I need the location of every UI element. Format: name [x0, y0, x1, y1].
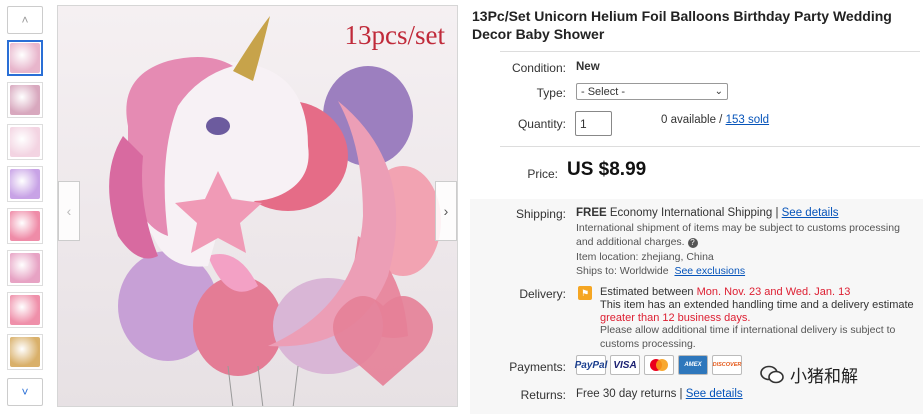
- handling-text: This item has an extended handling time …: [600, 299, 914, 311]
- main-product-image: 13pcs/set ‹ ›: [57, 5, 458, 407]
- thumbnail-1[interactable]: [7, 40, 43, 76]
- thumbnail-6[interactable]: [7, 250, 43, 286]
- thumbnail-7[interactable]: [7, 292, 43, 328]
- shipping-method: Economy International Shipping |: [609, 207, 782, 219]
- ships-to-value: Worldwide: [619, 265, 669, 277]
- payments-label: Payments:: [509, 360, 566, 374]
- quantity-availability: 0 available / 153 sold: [661, 114, 769, 126]
- quantity-divider: [500, 146, 920, 147]
- visa-logo: VISA: [610, 355, 640, 375]
- chevron-down-icon: ˅: [21, 385, 29, 399]
- type-select-value: - Select -: [581, 85, 626, 98]
- thumbnail-strip: ˄ ˅: [6, 6, 44, 406]
- thumbnail-image: [10, 169, 40, 199]
- title-divider: [500, 51, 920, 52]
- image-caption: 13pcs/set: [344, 20, 446, 50]
- condition-label: Condition:: [511, 61, 566, 75]
- thumbnail-2[interactable]: [7, 82, 43, 118]
- thumbnails-up-button[interactable]: ˄: [7, 6, 43, 34]
- shipping-note: International shipment of items may be s…: [576, 221, 918, 249]
- available-count: 0 available /: [661, 114, 726, 126]
- shipping-note-text: International shipment of items may be s…: [576, 222, 900, 248]
- delivery-prefix: Estimated between: [600, 286, 697, 298]
- help-icon[interactable]: ?: [687, 238, 698, 248]
- thumbnail-image: [10, 295, 40, 325]
- thumbnails-down-button[interactable]: ˅: [7, 378, 43, 406]
- shipping-free: FREE: [576, 207, 607, 219]
- paypal-logo: PayPal: [575, 355, 607, 375]
- chevron-down-icon: ⌄: [714, 86, 723, 97]
- item-location-label: Item location:: [576, 251, 642, 263]
- type-label: Type:: [536, 86, 566, 100]
- wechat-icon: [760, 365, 784, 383]
- amex-logo: AMEX: [678, 355, 708, 375]
- wechat-watermark: 小猪和解: [760, 362, 858, 387]
- returns-details-link[interactable]: See details: [686, 388, 743, 400]
- returns-info: Free 30 day returns | See details: [576, 388, 743, 400]
- condition-value: New: [576, 61, 600, 73]
- see-exclusions-link[interactable]: See exclusions: [674, 265, 745, 277]
- item-location: Item location: zhejiang, China: [576, 250, 714, 264]
- thumbnail-image: [10, 85, 40, 115]
- shipping-details-link[interactable]: See details: [782, 207, 839, 219]
- ships-to-label: Ships to:: [576, 265, 620, 277]
- delivery-estimate: Estimated between Mon. Nov. 23 and Wed. …: [600, 286, 920, 325]
- quantity-label: Quantity:: [517, 117, 566, 131]
- returns-text: Free 30 day returns |: [576, 388, 686, 400]
- unicorn-balloons-picture: [109, 16, 441, 406]
- thumbnail-image: [10, 211, 40, 241]
- item-location-value: zhejiang, China: [641, 251, 714, 263]
- mastercard-logo: [644, 355, 674, 375]
- price-label: Price:: [527, 167, 558, 181]
- chevron-right-icon: ›: [443, 203, 449, 219]
- returns-label: Returns:: [520, 388, 566, 402]
- thumbnail-3[interactable]: [7, 124, 43, 160]
- price-value: US $8.99: [567, 159, 647, 180]
- thumbnail-4[interactable]: [7, 166, 43, 202]
- chevron-left-icon: ‹: [66, 203, 72, 219]
- thumbnail-image: [10, 127, 40, 157]
- thumbnail-image: [10, 43, 40, 73]
- thumbnail-image: [10, 253, 40, 283]
- type-select[interactable]: - Select - ⌄: [576, 83, 728, 100]
- discover-logo: DISCOVER: [712, 355, 742, 375]
- shipping-label: Shipping:: [515, 207, 566, 221]
- delivery-dates: Mon. Nov. 23 and Wed. Jan. 13: [696, 286, 851, 298]
- chevron-up-icon: ˄: [21, 13, 29, 27]
- thumbnail-image: [10, 337, 40, 367]
- quantity-input[interactable]: 1: [575, 111, 612, 136]
- sold-count-link[interactable]: 153 sold: [726, 114, 769, 126]
- product-title: 13Pc/Set Unicorn Helium Foil Balloons Bi…: [472, 8, 892, 42]
- thumbnail-8[interactable]: [7, 334, 43, 370]
- flag-icon: ⚑: [578, 286, 592, 300]
- shipping-summary: FREE Economy International Shipping | Se…: [576, 207, 916, 219]
- thumbnail-list: [6, 40, 44, 370]
- mastercard-circles-icon: [650, 359, 668, 371]
- previous-image-button[interactable]: ‹: [58, 181, 80, 241]
- thumbnail-5[interactable]: [7, 208, 43, 244]
- delivery-label: Delivery:: [519, 287, 566, 301]
- ships-to: Ships to: Worldwide See exclusions: [576, 264, 745, 278]
- next-image-button[interactable]: ›: [435, 181, 457, 241]
- delivery-note: Please allow additional time if internat…: [600, 324, 896, 350]
- watermark-text: 小猪和解: [790, 367, 858, 386]
